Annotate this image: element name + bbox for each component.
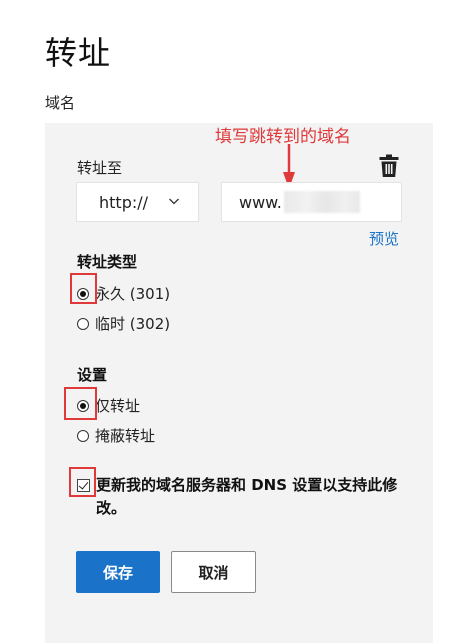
page-title: 转址 — [45, 34, 112, 72]
radio-label: 临时 (302) — [95, 315, 171, 333]
preview-link[interactable]: 预览 — [369, 228, 399, 249]
dns-update-checkbox-row[interactable]: 更新我的域名服务器和 DNS 设置以支持此修改。 — [77, 474, 407, 520]
radio-button[interactable] — [77, 317, 89, 330]
chevron-down-icon — [169, 198, 179, 205]
redacted-domain — [283, 191, 360, 213]
dns-update-checkbox[interactable] — [77, 479, 90, 492]
protocol-select[interactable]: http:// — [76, 182, 199, 222]
radio-temporary-302[interactable]: 临时 (302) — [77, 313, 170, 334]
radio-button-selected[interactable] — [77, 287, 89, 300]
save-button[interactable]: 保存 — [76, 551, 160, 593]
trash-icon[interactable] — [379, 154, 399, 178]
protocol-select-value: http:// — [99, 192, 149, 212]
redirect-to-label: 转址至 — [77, 159, 123, 177]
radio-button[interactable] — [77, 429, 89, 442]
radio-permanent-301[interactable]: 永久 (301) — [77, 283, 170, 304]
radio-redirect-only[interactable]: 仅转址 — [77, 395, 140, 416]
radio-button-selected[interactable] — [77, 399, 89, 412]
radio-masked-redirect[interactable]: 掩蔽转址 — [77, 425, 155, 446]
dns-update-label: 更新我的域名服务器和 DNS 设置以支持此修改。 — [96, 476, 398, 517]
radio-label: 掩蔽转址 — [95, 427, 156, 445]
section-label-domain: 域名 — [45, 94, 76, 112]
cancel-button[interactable]: 取消 — [171, 551, 256, 593]
settings-title: 设置 — [77, 366, 108, 384]
radio-label: 仅转址 — [95, 397, 141, 415]
radio-label: 永久 (301) — [95, 285, 171, 303]
domain-input-value: www. — [239, 192, 282, 212]
redirect-type-title: 转址类型 — [77, 253, 138, 271]
domain-input[interactable]: www. — [221, 182, 402, 222]
